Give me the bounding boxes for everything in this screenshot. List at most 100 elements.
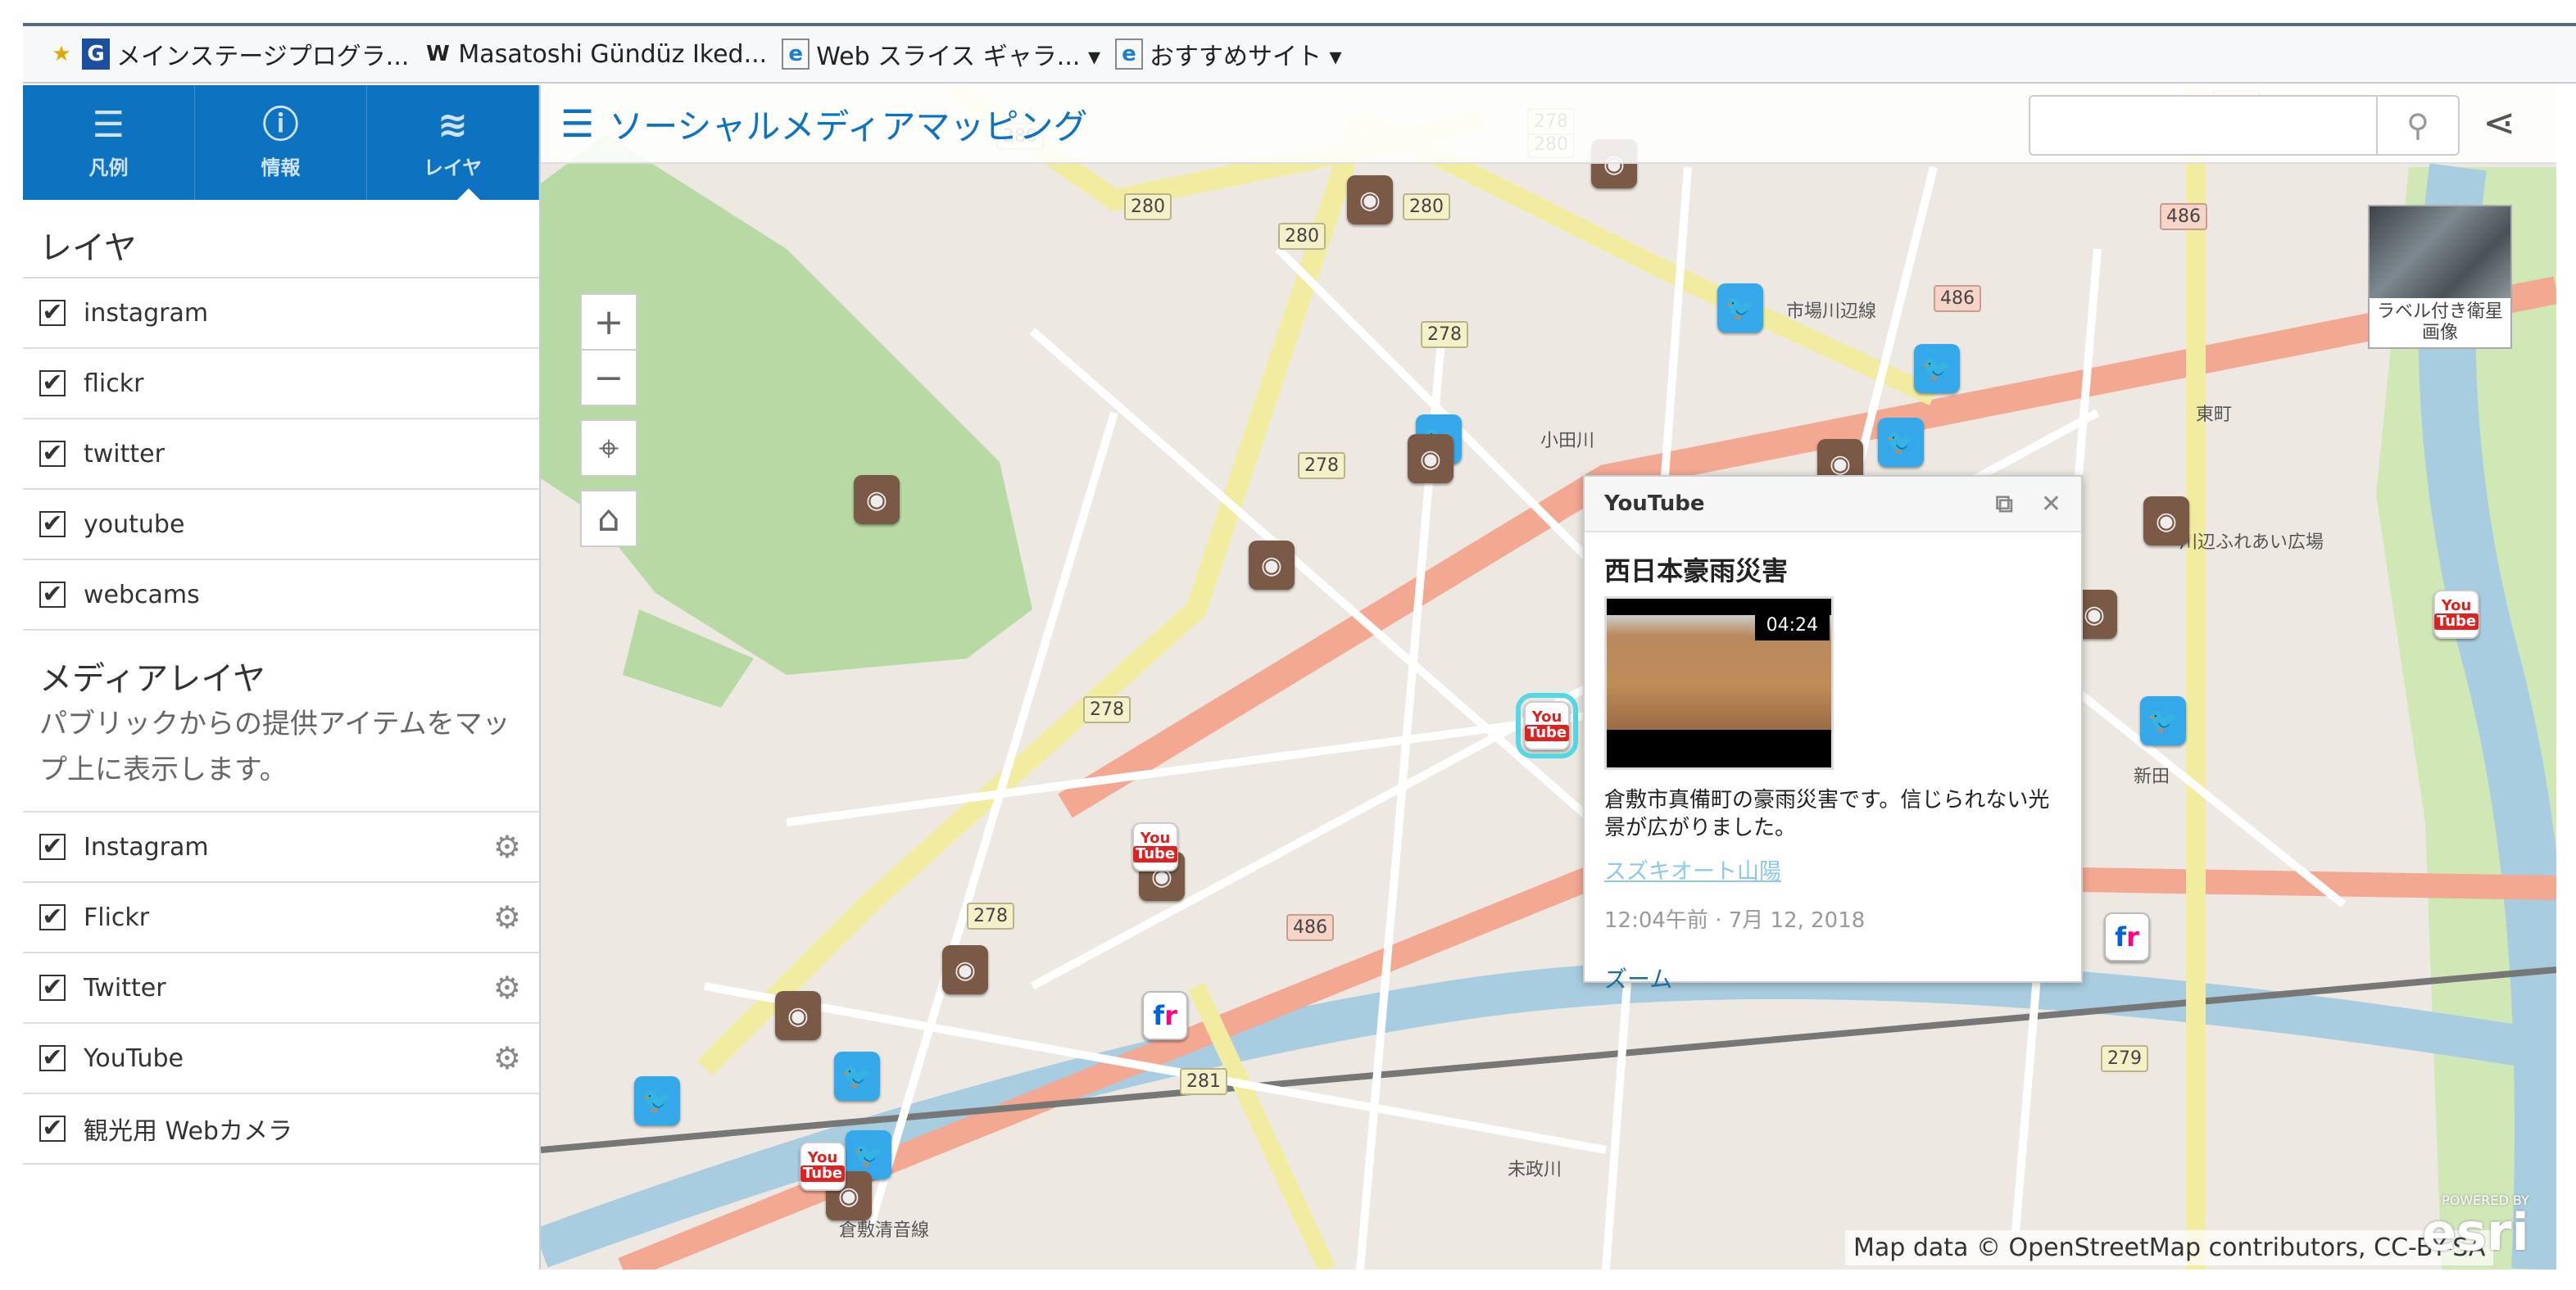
checkbox[interactable]: ✔	[39, 370, 66, 396]
instagram-marker[interactable]: ◉	[2143, 496, 2189, 545]
layer-row-instagram[interactable]: ✔ instagram	[23, 278, 539, 349]
app-header: ☰ ソーシャルメディアマッピング ⚲ ⋖	[541, 85, 2556, 164]
home-button[interactable]: ⌂	[580, 490, 637, 547]
tab-label: 情報	[261, 156, 301, 179]
flickr-marker[interactable]: fr	[1142, 991, 1188, 1040]
tab-info[interactable]: ⓘ 情報	[195, 85, 367, 200]
media-layer-row-instagram[interactable]: ✔ Instagram ⚙	[23, 812, 539, 883]
gear-icon[interactable]: ⚙	[493, 899, 521, 935]
youtube-marker[interactable]: You Tube	[2433, 590, 2479, 639]
basemap-toggle[interactable]: ラベル付き衛星画像	[2368, 205, 2512, 349]
youtube-marker[interactable]: You Tube	[800, 1142, 846, 1191]
esri-wordmark: esri	[2422, 1202, 2529, 1262]
esri-logo[interactable]: POWERED BY esri	[2422, 1193, 2529, 1258]
author-link[interactable]: スズキオート山陽	[1604, 853, 2061, 885]
twitter-marker[interactable]: 🐦	[1878, 418, 1924, 467]
place-label: 未政川	[1508, 1160, 1562, 1180]
zoom-in-button[interactable]: +	[580, 293, 637, 351]
instagram-marker[interactable]: ◉	[1249, 541, 1295, 590]
bookmark-label: Masatoshi Gündüz Iked...	[458, 39, 768, 69]
maximize-icon[interactable]: ⧉	[1995, 490, 2012, 518]
road-shield-278: 278	[1421, 321, 1468, 348]
satellite-thumbnail	[2370, 206, 2510, 298]
media-layer-row-youtube[interactable]: ✔ YouTube ⚙	[23, 1024, 539, 1094]
layer-row-webcams[interactable]: ✔ webcams	[23, 560, 539, 631]
road-shield-278: 278	[967, 903, 1014, 930]
search-button[interactable]: ⚲	[2376, 97, 2458, 154]
layer-label: webcams	[84, 580, 200, 609]
instagram-marker[interactable]: ◉	[854, 475, 900, 524]
favorites-star-icon: ★	[52, 42, 71, 66]
instagram-camera-icon: ◉	[2155, 506, 2178, 536]
place-label: 東町	[2196, 405, 2233, 425]
twitter-marker[interactable]: 🐦	[834, 1052, 880, 1101]
twitter-bird-icon: 🐦	[1725, 293, 1756, 323]
video-thumbnail[interactable]: 04:24	[1604, 596, 1834, 770]
layer-label: youtube	[84, 509, 185, 539]
instagram-marker[interactable]: ◉	[942, 945, 988, 994]
layer-row-youtube[interactable]: ✔ youtube	[23, 490, 539, 560]
bookmark-mainstage[interactable]: ★ G メインステージプログラ...	[48, 36, 409, 72]
media-layer-row-twitter[interactable]: ✔ Twitter ⚙	[23, 953, 539, 1024]
checkbox[interactable]: ✔	[39, 1116, 66, 1142]
instagram-camera-icon: ◉	[787, 1001, 810, 1030]
bookmark-wikipedia[interactable]: W Masatoshi Gündüz Iked...	[424, 38, 767, 70]
bookmark-suggested-sites[interactable]: e おすすめサイト ▾	[1115, 36, 1342, 72]
twitter-marker[interactable]: 🐦	[1717, 283, 1763, 333]
road-shield-486: 486	[1286, 914, 1334, 941]
sidebar: ☰ 凡例 ⓘ 情報 ≋ レイヤ レイヤ ✔ instagram ✔ flickr ✔ twitt…	[23, 85, 541, 1270]
map-attribution: Map data © OpenStreetMap contributors, C…	[1845, 1230, 2494, 1265]
youtube-marker[interactable]: You Tube	[1132, 822, 1178, 871]
twitter-bird-icon: 🐦	[853, 1140, 884, 1170]
zoom-to-link[interactable]: ズーム	[1604, 962, 2061, 994]
road-shield-281: 281	[1180, 1068, 1227, 1095]
youtube-tube-text: Tube	[1132, 846, 1178, 862]
youtube-marker-selected[interactable]: You Tube	[1516, 693, 1578, 758]
layer-label: YouTube	[84, 1043, 184, 1073]
checkbox[interactable]: ✔	[39, 1045, 66, 1071]
instagram-marker[interactable]: ◉	[1347, 175, 1393, 224]
hamburger-menu-icon[interactable]: ☰	[560, 102, 594, 146]
road-shield-278: 278	[1083, 696, 1131, 723]
flickr-f: f	[2115, 921, 2127, 953]
layer-row-twitter[interactable]: ✔ twitter	[23, 419, 539, 490]
checkbox[interactable]: ✔	[39, 975, 66, 1001]
checkbox[interactable]: ✔	[39, 834, 66, 860]
checkbox[interactable]: ✔	[39, 441, 66, 467]
layer-row-flickr[interactable]: ✔ flickr	[23, 349, 539, 419]
popup-date: 12:04午前 · 7月 12, 2018	[1604, 908, 1866, 933]
youtube-you-text: You	[807, 1149, 838, 1166]
map[interactable]: 2802802802802802782782782782784864864862…	[541, 85, 2556, 1270]
flickr-marker[interactable]: fr	[2104, 912, 2150, 962]
place-label: 川辺ふれあい広場	[2179, 532, 2324, 553]
info-icon: ⓘ	[262, 103, 299, 146]
zoom-out-button[interactable]: −	[580, 349, 637, 406]
close-icon[interactable]: ✕	[2041, 490, 2061, 518]
checkbox[interactable]: ✔	[39, 582, 66, 608]
road-shield-280: 280	[1403, 193, 1450, 220]
twitter-marker[interactable]: 🐦	[2140, 696, 2186, 745]
checkbox[interactable]: ✔	[39, 904, 66, 930]
tab-legend[interactable]: ☰ 凡例	[23, 85, 195, 200]
layer-label: Instagram	[84, 832, 209, 862]
twitter-marker[interactable]: 🐦	[634, 1076, 680, 1125]
twitter-bird-icon: 🐦	[642, 1086, 673, 1116]
popup-title: 西日本豪雨災害	[1604, 555, 1789, 586]
popup-header: YouTube ⧉ ✕	[1585, 477, 2081, 532]
share-icon[interactable]: ⋖	[2483, 100, 2515, 146]
search-input[interactable]	[2030, 97, 2376, 154]
gear-icon[interactable]: ⚙	[493, 970, 521, 1006]
instagram-marker[interactable]: ◉	[775, 991, 821, 1040]
locate-button[interactable]: ⌖	[580, 419, 637, 477]
media-layer-row-flickr[interactable]: ✔ Flickr ⚙	[23, 883, 539, 953]
checkbox[interactable]: ✔	[39, 300, 66, 326]
bookmark-web-slice[interactable]: e Web スライス ギャラ... ▾	[782, 36, 1100, 72]
checkbox[interactable]: ✔	[39, 511, 66, 537]
tab-layers[interactable]: ≋ レイヤ	[367, 85, 539, 200]
layer-row-webcam[interactable]: ✔ 観光用 Webカメラ	[23, 1094, 539, 1165]
instagram-marker[interactable]: ◉	[1408, 434, 1454, 483]
gear-icon[interactable]: ⚙	[493, 1040, 521, 1076]
twitter-marker[interactable]: 🐦	[1914, 344, 1960, 393]
gear-icon[interactable]: ⚙	[493, 829, 521, 865]
instagram-camera-icon: ◉	[954, 955, 977, 984]
